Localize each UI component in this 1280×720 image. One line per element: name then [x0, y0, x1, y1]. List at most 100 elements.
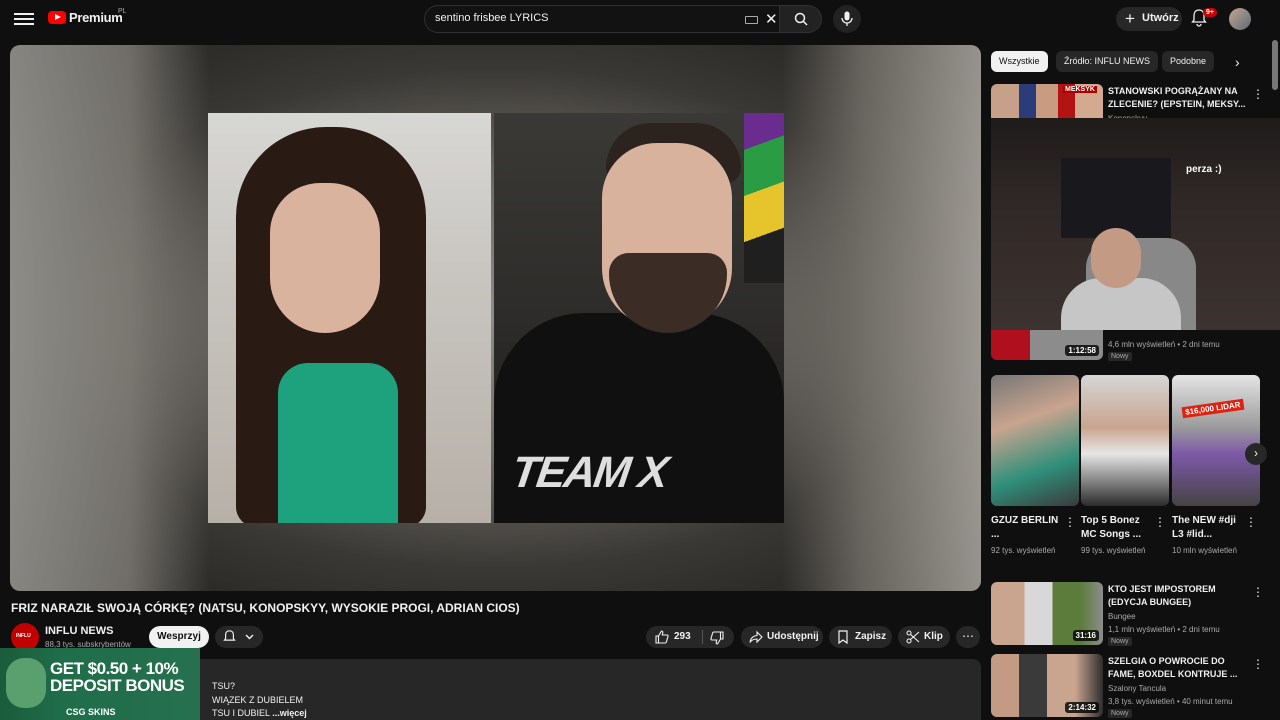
chip-similar[interactable]: Podobne — [1162, 51, 1215, 72]
search-input[interactable]: sentino frisbee LYRICS — [435, 12, 549, 24]
channel-name[interactable]: INFLU NEWS — [45, 625, 113, 637]
share-button[interactable]: Udostępnij — [741, 626, 823, 648]
more-vert-icon[interactable]: ⋮ — [1252, 87, 1264, 101]
ad-brand: CSG SKINS — [66, 707, 116, 717]
short-thumbnail[interactable] — [991, 375, 1079, 506]
scrollbar-thumb[interactable] — [1272, 40, 1278, 90]
background-stripes — [744, 113, 784, 283]
short-item[interactable]: Top 5 Bonez MC Songs ... 99 tys. wyświet… — [1081, 375, 1169, 555]
channel-avatar[interactable] — [11, 623, 39, 651]
channel-name: Szalony Tancula — [1108, 684, 1167, 693]
more-vert-icon[interactable]: ⋮ — [1252, 585, 1264, 599]
description-line: WIĄZEK Z DUBIELEM — [212, 695, 304, 705]
chevron-down-icon — [245, 634, 254, 640]
shorts-next-button[interactable]: › — [1245, 443, 1267, 465]
description-line-text: TSU I DUBIEL — [212, 708, 270, 718]
like-icon[interactable] — [655, 630, 669, 644]
subscription-bell-button[interactable] — [215, 626, 263, 648]
video-frame-right: TEAM X — [494, 113, 784, 523]
short-title[interactable]: GZUZ BERLIN ... — [991, 514, 1061, 542]
video-thumbnail[interactable]: 2:14:32 — [991, 654, 1103, 717]
video-title[interactable]: SZELGIA O POWROCIE DO FAME, BOXDEL KONTR… — [1108, 655, 1248, 681]
short-title[interactable]: Top 5 Bonez MC Songs ... — [1081, 514, 1151, 542]
voice-search-button[interactable] — [833, 5, 861, 33]
support-button[interactable]: Wesprzyj — [149, 626, 209, 648]
video-thumbnail[interactable]: 31:16 — [991, 582, 1103, 645]
video-title: FRIZ NARAZIŁ SWOJĄ CÓRKĘ? (NATSU, KONOPS… — [11, 601, 520, 615]
person-top — [278, 363, 398, 523]
short-views: 92 tys. wyświetleń — [991, 546, 1056, 555]
dislike-icon[interactable] — [710, 631, 724, 645]
video-title[interactable]: KTO JEST IMPOSTOREM (EDYCJA BUNGEE) — [1108, 583, 1248, 609]
video-frame-left — [208, 113, 491, 523]
recommended-video[interactable]: 31:16 KTO JEST IMPOSTOREM (EDYCJA BUNGEE… — [991, 582, 1264, 646]
more-vert-icon[interactable]: ⋮ — [1154, 515, 1166, 529]
short-views: 99 tys. wyświetleń — [1081, 546, 1146, 555]
short-thumbnail[interactable]: $16,000 LIDAR — [1172, 375, 1260, 506]
video-meta: 4,6 mln wyświetleń • 2 dni temu — [1108, 340, 1220, 349]
stream-overlay-text: perza :) — [1186, 164, 1222, 175]
save-label: Zapisz — [855, 631, 887, 642]
clip-button[interactable]: Klip — [898, 626, 950, 648]
create-button[interactable]: + Utwórz — [1116, 7, 1182, 31]
description-line: TSU? — [212, 681, 236, 691]
notification-badge: 9+ — [1203, 8, 1217, 17]
account-avatar[interactable] — [1229, 8, 1251, 30]
more-actions-button[interactable]: ⋯ — [956, 626, 980, 648]
video-thumbnail[interactable]: 1:12:58 — [991, 330, 1103, 360]
video-player[interactable]: TEAM X — [10, 45, 981, 591]
short-item[interactable]: $16,000 LIDAR The NEW #dji L3 #lid... 10… — [1172, 375, 1260, 555]
scissors-icon — [906, 630, 920, 644]
person-face — [270, 183, 380, 333]
plus-icon: + — [1125, 9, 1135, 28]
video-duration: 1:12:58 — [1065, 345, 1099, 356]
video-meta: 3,8 tys. wyświetleń • 40 minut temu — [1108, 697, 1233, 706]
recommended-video[interactable]: MEKSYK STANOWSKI POGRĄŻANY NA ZLECENIE? … — [991, 84, 1264, 118]
video-title[interactable]: STANOWSKI POGRĄŻANY NA ZLECENIE? (EPSTEI… — [1108, 85, 1248, 111]
close-icon[interactable]: ✕ — [765, 10, 778, 28]
search-button[interactable] — [780, 5, 822, 33]
blurred-background-left — [10, 45, 210, 591]
youtube-play-icon — [48, 11, 66, 24]
menu-icon[interactable] — [14, 10, 34, 28]
show-more-link[interactable]: ...więcej — [272, 708, 307, 718]
video-duration: 2:14:32 — [1065, 702, 1099, 713]
room-screen — [1061, 158, 1171, 238]
short-thumbnail[interactable] — [1081, 375, 1169, 506]
save-button[interactable]: Zapisz — [829, 626, 892, 648]
more-vert-icon[interactable]: ⋮ — [1252, 657, 1264, 671]
search-box[interactable]: sentino frisbee LYRICS ✕ — [424, 5, 780, 33]
chip-all[interactable]: Wszystkie — [991, 51, 1048, 72]
bell-icon — [223, 630, 236, 641]
logo-text: Premium — [69, 10, 123, 25]
short-item[interactable]: GZUZ BERLIN ... 92 tys. wyświetleń ⋮ — [991, 375, 1079, 555]
video-meta: 1,1 mln wyświetleń • 2 dni temu — [1108, 625, 1220, 634]
youtube-logo[interactable]: Premium — [48, 10, 123, 25]
thumbnail-text: $16,000 LIDAR — [1181, 398, 1245, 419]
new-badge: Nowy — [1108, 709, 1132, 718]
description-line: TSU I DUBIEL ...więcej — [212, 708, 307, 718]
person-head — [1091, 228, 1141, 288]
keyboard-icon[interactable] — [745, 16, 758, 24]
share-label: Udostępnij — [767, 631, 819, 642]
short-title[interactable]: The NEW #dji L3 #lid... — [1172, 514, 1242, 542]
video-thumbnail[interactable]: MEKSYK — [991, 84, 1103, 118]
more-vert-icon[interactable]: ⋮ — [1064, 515, 1076, 529]
page-scrollbar[interactable] — [1272, 40, 1278, 720]
chip-source[interactable]: Źródło: INFLU NEWS — [1056, 51, 1159, 72]
new-badge: Nowy — [1108, 352, 1132, 361]
more-vert-icon[interactable]: ⋮ — [1245, 515, 1257, 529]
blurred-background-right — [781, 45, 981, 591]
recommended-video[interactable]: 1:12:58 4,6 mln wyświetleń • 2 dni temu … — [991, 330, 1261, 361]
bookmark-icon — [838, 630, 848, 644]
floating-stream-preview[interactable]: perza :) — [991, 118, 1280, 330]
like-count[interactable]: 293 — [674, 626, 691, 648]
chevron-right-icon[interactable]: › — [1235, 54, 1240, 70]
ad-banner[interactable]: GET $0.50 + 10% DEPOSIT BONUS CSG SKINS — [0, 648, 200, 720]
channel-name: Bungee — [1108, 612, 1136, 621]
new-badge: Nowy — [1108, 637, 1132, 646]
recommended-video[interactable]: 2:14:32 SZELGIA O POWROCIE DO FAME, BOXD… — [991, 654, 1264, 718]
clip-label: Klip — [924, 631, 943, 642]
video-duration: 31:16 — [1072, 630, 1099, 641]
ad-character-image — [6, 658, 46, 708]
